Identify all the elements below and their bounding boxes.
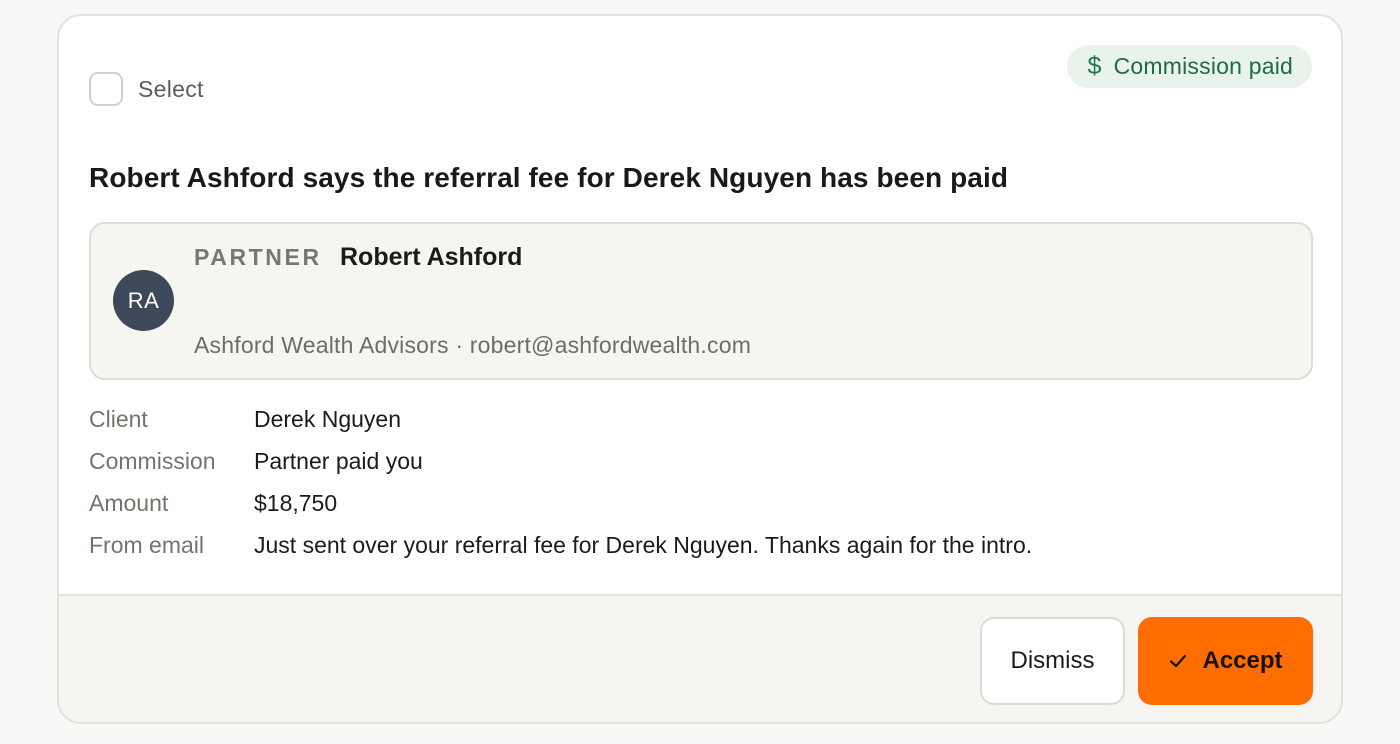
- dollar-icon: $: [1087, 52, 1102, 80]
- detail-value-from-email: Just sent over your referral fee for Der…: [254, 532, 1033, 558]
- dismiss-button-label: Dismiss: [1010, 647, 1095, 674]
- partner-role-label: PARTNER: [194, 244, 322, 270]
- select-label: Select: [138, 75, 204, 102]
- check-icon: [1170, 654, 1187, 668]
- partner-company-email: Ashford Wealth Advisors · robert@ashford…: [194, 332, 752, 358]
- detail-label-client: Client: [89, 406, 148, 432]
- card-footer: Dismiss Accept: [59, 594, 1341, 722]
- status-badge-label: Commission paid: [1113, 53, 1293, 79]
- detail-label-amount: Amount: [89, 490, 169, 516]
- select-checkbox[interactable]: [89, 72, 123, 106]
- detail-value-commission: Partner paid you: [254, 448, 423, 474]
- status-badge: $ Commission paid: [1067, 45, 1312, 88]
- accept-button[interactable]: Accept: [1138, 617, 1313, 705]
- accept-button-label: Accept: [1202, 647, 1283, 674]
- details-list: Client Derek Nguyen Commission Partner p…: [89, 404, 1032, 560]
- avatar: RA: [113, 270, 174, 331]
- detail-label-from-email: From email: [89, 532, 205, 558]
- detail-value-amount: $18,750: [254, 490, 338, 516]
- commission-card: Select $ Commission paid Robert Ashford …: [57, 14, 1343, 724]
- partner-info-box: RA PARTNER Robert Ashford Ashford Wealth…: [89, 222, 1313, 380]
- select-row[interactable]: Select: [89, 72, 204, 106]
- partner-name: Robert Ashford: [340, 243, 523, 271]
- detail-label-commission: Commission: [89, 448, 216, 474]
- card-headline: Robert Ashford says the referral fee for…: [89, 162, 1009, 193]
- dismiss-button[interactable]: Dismiss: [980, 617, 1125, 705]
- detail-value-client: Derek Nguyen: [254, 406, 402, 432]
